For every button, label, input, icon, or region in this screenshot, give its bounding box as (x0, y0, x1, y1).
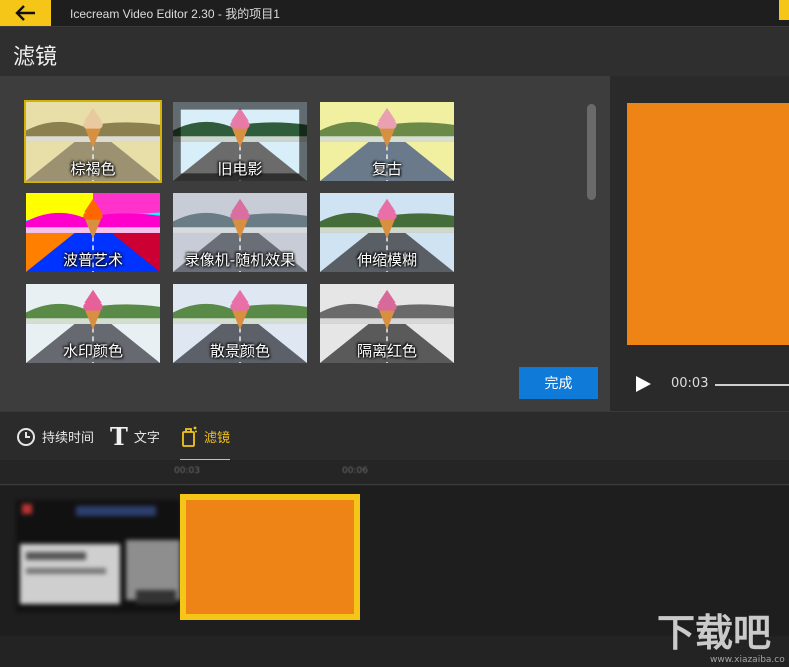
clock-icon (17, 427, 35, 446)
app-window: Icecream Video Editor 2.30 - 我的项目1 滤镜 棕褐… (0, 0, 789, 667)
back-arrow-icon (14, 5, 35, 21)
svg-text:下载吧: 下载吧 (657, 611, 771, 655)
title-separator: - (214, 7, 226, 21)
window-title: Icecream Video Editor 2.30 - 我的项目1 (70, 5, 280, 22)
filter-tile-vhs[interactable]: 录像机-随机效果 (171, 191, 309, 274)
timeline-ruler: 00:03 00:06 (0, 460, 789, 486)
filter-label: 复古 (371, 160, 402, 178)
filter-icon (182, 426, 197, 447)
filter-label: 散景颜色 (209, 342, 270, 360)
filter-label: 旧电影 (217, 160, 263, 178)
timeline-clip[interactable] (16, 500, 180, 612)
ruler-line (0, 484, 789, 485)
play-button[interactable] (633, 374, 653, 394)
tick-label: 00:03 (174, 466, 200, 476)
text-icon: T (110, 421, 128, 451)
tab-filter[interactable]: 滤镜 (180, 412, 231, 461)
filter-label: 波普艺术 (62, 251, 123, 269)
filter-tile-bokeh[interactable]: 散景颜色 (171, 282, 309, 365)
filter-tile-isolate-red[interactable]: 隔离红色 (318, 282, 456, 365)
watermark-logo: 下载吧 www.xiazaiba.com (655, 606, 789, 665)
filter-tile-pop-art[interactable]: 波普艺术 (24, 191, 162, 274)
tab-duration-label: 持续时间 (42, 431, 95, 446)
playback-time: 00:03 (671, 376, 709, 391)
done-button[interactable]: 完成 (519, 367, 598, 399)
tab-text-label: 文字 (133, 431, 160, 446)
seek-bar[interactable] (715, 384, 789, 386)
page-title: 滤镜 (13, 45, 58, 70)
filter-tile-sepia[interactable]: 棕褐色 (24, 100, 162, 183)
filter-label: 隔离红色 (356, 342, 417, 360)
back-button[interactable] (0, 0, 51, 26)
play-icon (636, 376, 651, 392)
filter-grid: 棕褐色 旧电影 复古波普艺术 录像机-随机效果 伸缩模糊水印颜色 散景颜色 隔离红色 (24, 100, 464, 380)
filter-panel: 棕褐色 旧电影 复古波普艺术 录像机-随机效果 伸缩模糊水印颜色 散景颜色 隔离红色 完成 (0, 76, 610, 411)
tab-filter-label: 滤镜 (204, 431, 231, 446)
filter-label: 棕褐色 (70, 160, 116, 178)
tab-duration[interactable]: 持续时间 (16, 412, 94, 461)
timeline-clip-selected[interactable] (180, 494, 360, 620)
filter-tile-zoom-blur[interactable]: 伸缩模糊 (318, 191, 456, 274)
title-bar: Icecream Video Editor 2.30 - 我的项目1 (0, 0, 789, 26)
svg-text:www.xiazaiba.com: www.xiazaiba.com (710, 655, 785, 664)
filter-tile-old-film[interactable]: 旧电影 (171, 100, 309, 183)
filter-tile-retro[interactable]: 复古 (318, 100, 456, 183)
filter-tile-watercolor[interactable]: 水印颜色 (24, 282, 162, 365)
app-name: Icecream Video Editor 2.30 (70, 7, 215, 21)
clip-thumbnail (16, 500, 180, 612)
tool-tabs: 持续时间 T 文字 滤镜 (0, 411, 789, 461)
video-preview (627, 103, 789, 345)
tab-text[interactable]: T 文字 (110, 412, 160, 461)
page-header: 滤镜 (0, 26, 789, 76)
tick-label: 00:06 (342, 466, 368, 476)
filter-label: 伸缩模糊 (356, 251, 417, 269)
project-name: 我的项目1 (225, 7, 280, 21)
filter-label: 录像机-随机效果 (184, 251, 296, 269)
filter-scrollbar[interactable] (587, 104, 596, 200)
window-corner-accent (779, 0, 789, 20)
preview-panel: 00:03 (611, 76, 789, 411)
filter-label: 水印颜色 (62, 342, 123, 360)
